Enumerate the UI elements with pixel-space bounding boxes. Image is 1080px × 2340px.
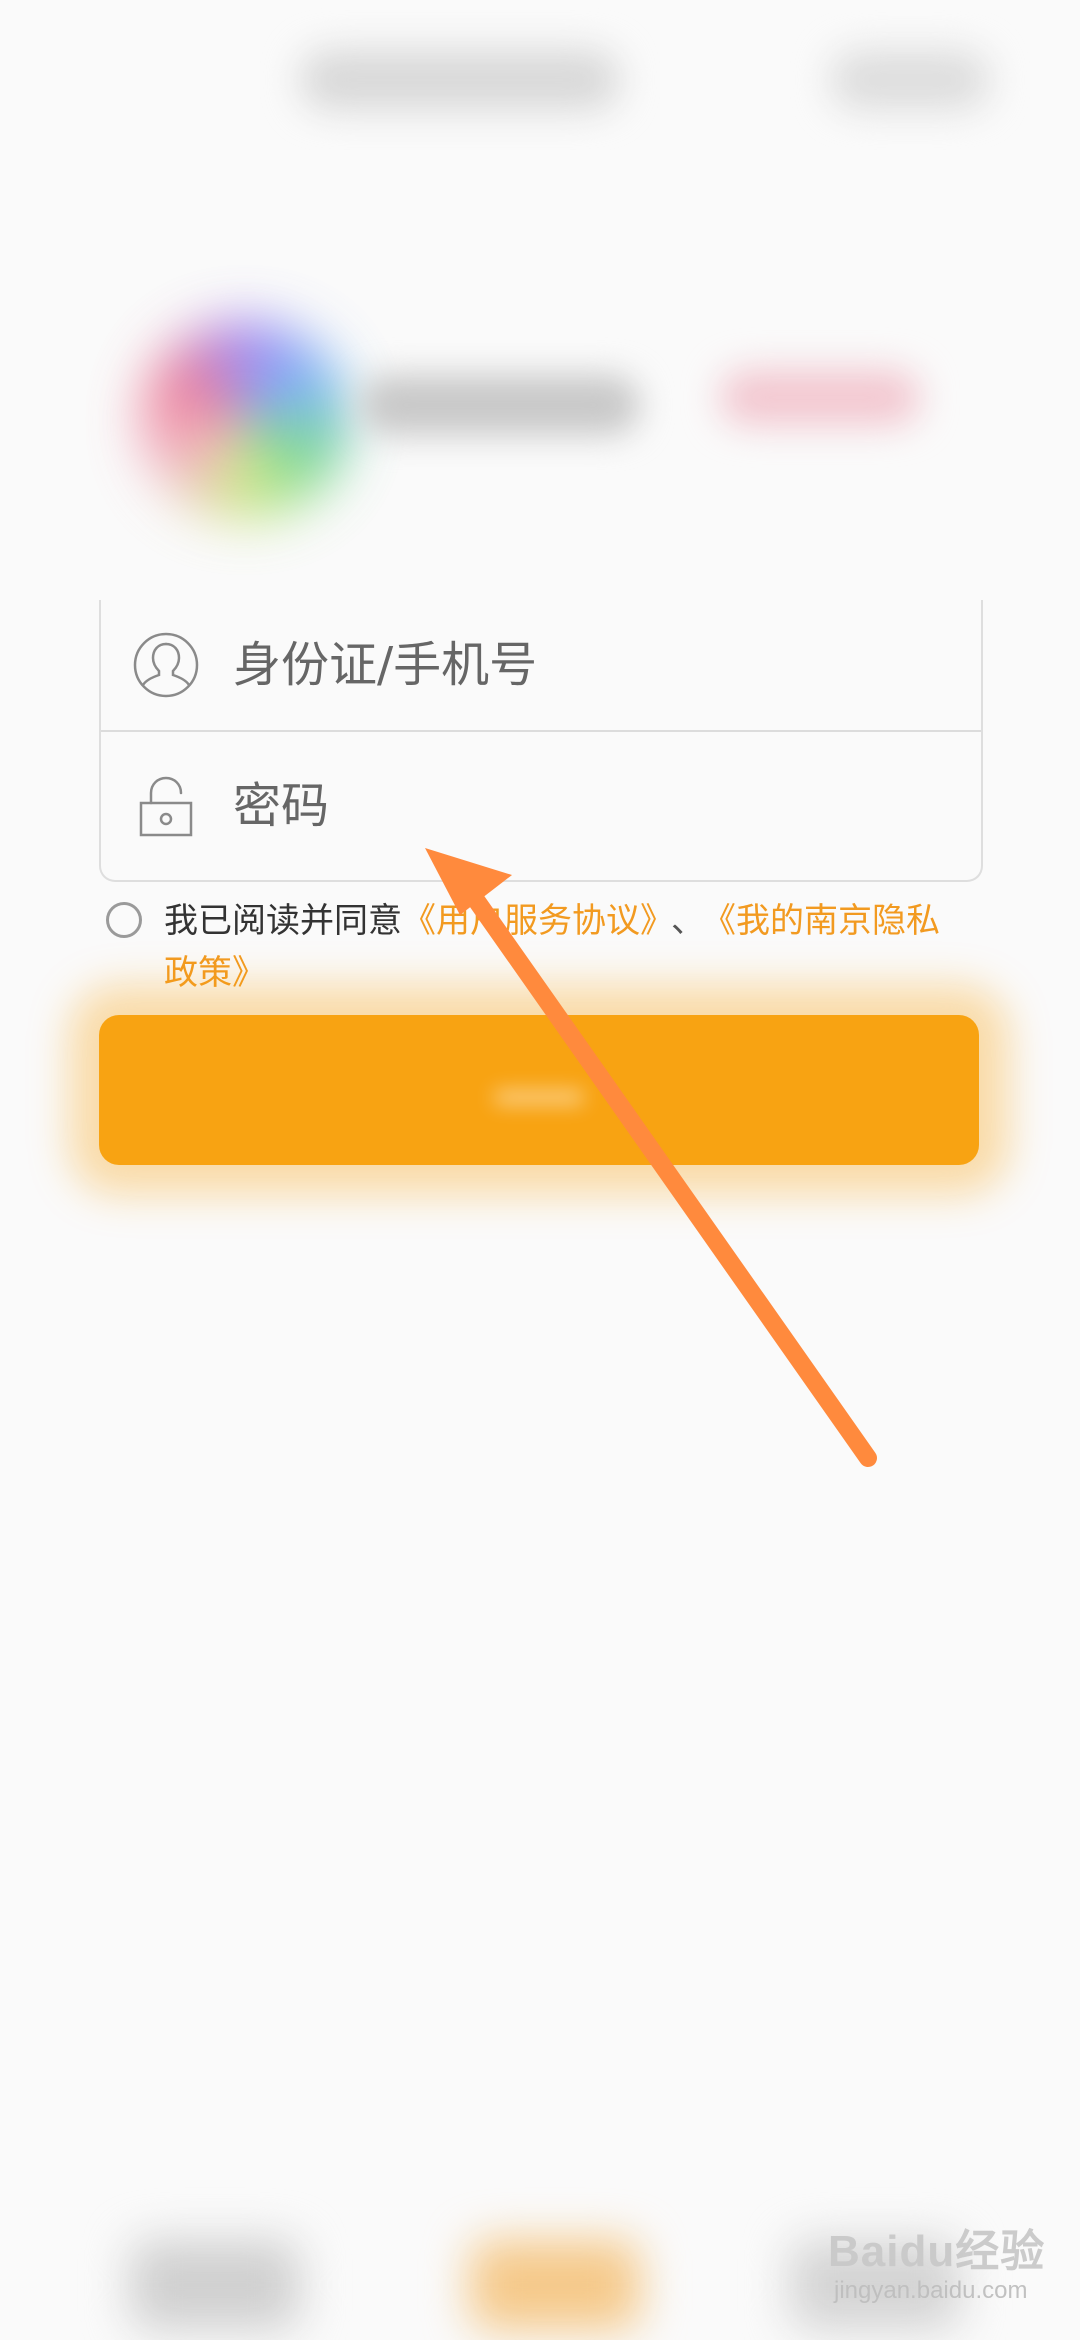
agree-radio[interactable]: [106, 902, 142, 938]
login-form: [99, 600, 983, 882]
agreement-separator: 、: [671, 901, 705, 941]
bottom-item-blurred: [470, 2240, 640, 2330]
annotation-arrow-icon: [425, 848, 877, 1467]
top-bar: [0, 0, 1080, 150]
app-logo-icon: [140, 320, 350, 520]
login-button-label-blurred: ▬▬: [495, 1065, 583, 1114]
top-title-blurred: [300, 50, 620, 110]
login-button[interactable]: ▬▬: [99, 1015, 979, 1165]
top-right-blurred: [830, 50, 990, 110]
username-row: [101, 600, 981, 732]
password-row: [101, 732, 981, 880]
service-agreement-link[interactable]: 《用户服务协议》: [402, 901, 657, 941]
tag-blurred: [720, 370, 920, 425]
baidu-watermark: Baidu经验 jingyan.baidu.com: [828, 2215, 1058, 2325]
username-input[interactable]: [233, 625, 873, 705]
lock-icon: [131, 771, 201, 841]
agreement-text: 我已阅读并同意《用户服务协议》、《我的南京隐私政策》: [164, 895, 964, 999]
watermark-logo: Baidu经验: [828, 2227, 1046, 2276]
password-input[interactable]: [233, 766, 873, 846]
app-name-blurred: [360, 375, 640, 435]
agreement-row: 我已阅读并同意《用户服务协议》、《我的南京隐私政策》: [106, 895, 986, 999]
user-avatar-icon: [131, 630, 201, 700]
bottom-item-blurred: [130, 2240, 300, 2330]
agreement-prefix: 我已阅读并同意: [164, 901, 402, 941]
watermark-url: jingyan.baidu.com: [834, 2277, 1028, 2304]
